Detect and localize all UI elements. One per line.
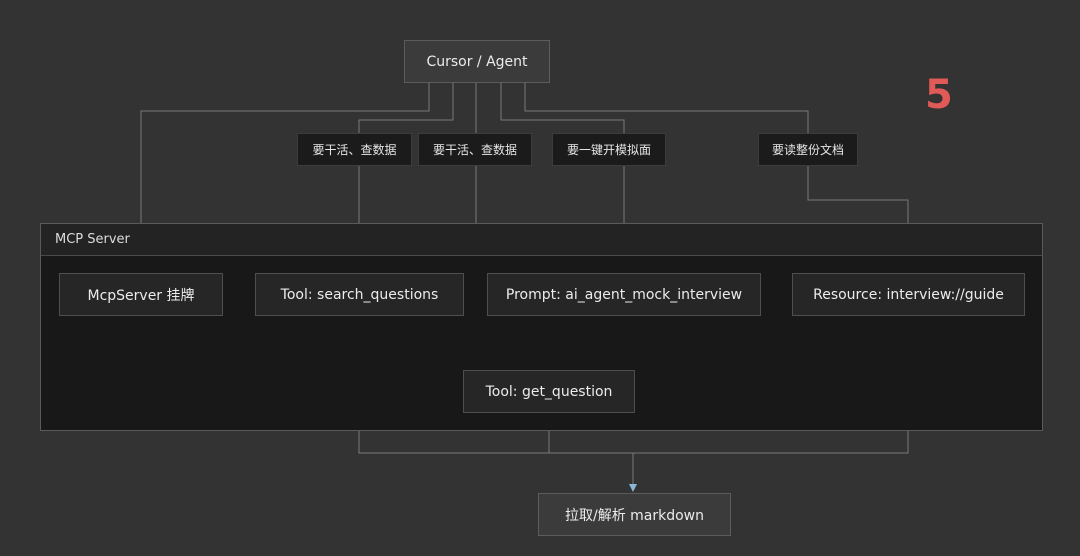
search-questions-tool-node: Tool: search_questions xyxy=(255,273,464,316)
markdown-output-node: 拉取/解析 markdown xyxy=(538,493,731,536)
edge-search-tool-to-output-arrowhead xyxy=(629,484,637,492)
edge-label-read-doc: 要读整份文档 xyxy=(758,133,858,166)
mcp-server-title: MCP Server xyxy=(41,224,1042,256)
mcpserver-node: McpServer 挂牌 xyxy=(59,273,223,316)
agent-node: Cursor / Agent xyxy=(404,40,550,83)
get-question-tool-node: Tool: get_question xyxy=(463,370,635,413)
edge-label-work-query-1: 要干活、查数据 xyxy=(297,133,412,166)
edge-label-work-query-2: 要干活、查数据 xyxy=(418,133,532,166)
step-number: 5 xyxy=(925,72,953,118)
mock-interview-prompt-node: Prompt: ai_agent_mock_interview xyxy=(487,273,761,316)
edge-label-mock-interview: 要一键开模拟面 xyxy=(552,133,666,166)
guide-resource-node: Resource: interview://guide xyxy=(792,273,1025,316)
